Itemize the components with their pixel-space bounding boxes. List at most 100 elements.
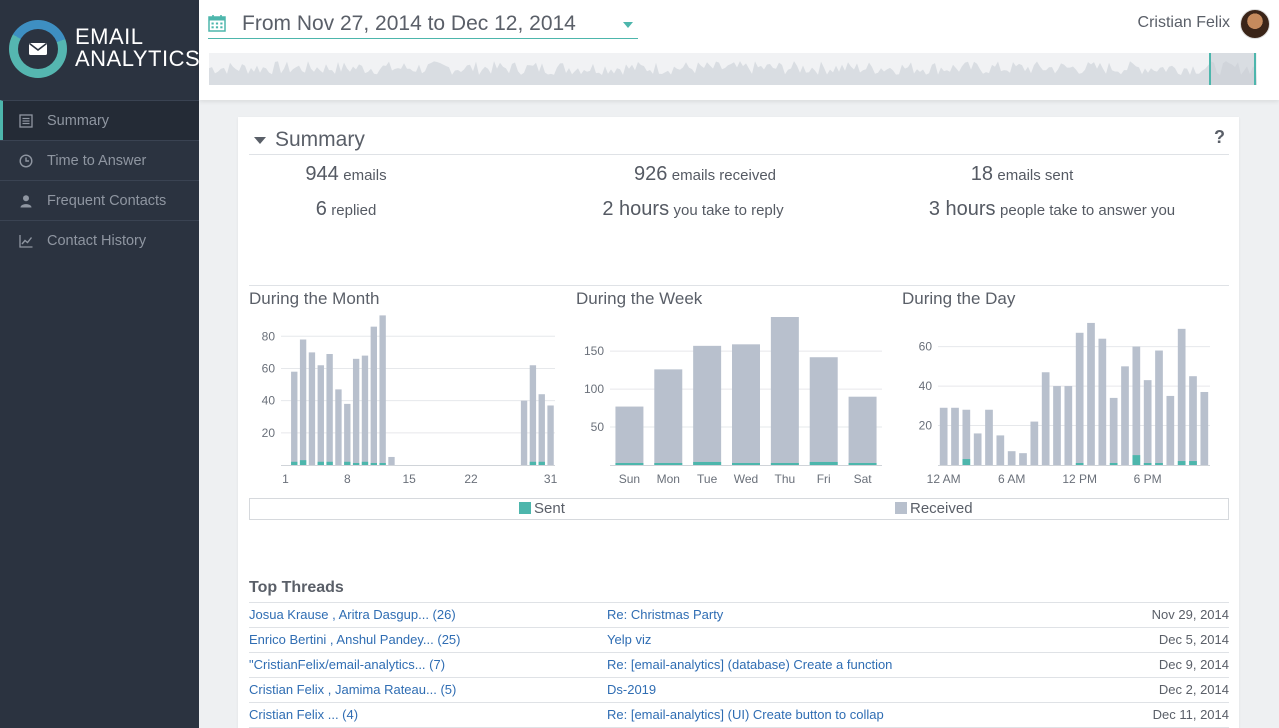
bar-sent[interactable] <box>1143 463 1152 465</box>
bar-received[interactable] <box>1064 386 1073 465</box>
bar-sent[interactable] <box>1189 461 1197 465</box>
bar-received[interactable] <box>1166 395 1175 465</box>
bar-sent[interactable] <box>538 461 545 465</box>
sidebar-item-time-to-answer[interactable]: Time to Answer <box>0 140 199 180</box>
bar-received[interactable] <box>1132 346 1141 465</box>
bar-received[interactable] <box>326 354 333 465</box>
bar-sent[interactable] <box>379 463 386 465</box>
bar-received[interactable] <box>352 358 360 465</box>
bar-received[interactable] <box>1075 332 1084 465</box>
bar-received[interactable] <box>939 407 948 465</box>
bar-received[interactable] <box>308 352 316 465</box>
bar-received[interactable] <box>379 315 386 465</box>
timeline-brush[interactable] <box>209 53 1257 85</box>
bar-sent[interactable] <box>809 461 838 465</box>
bar-received[interactable] <box>770 317 799 465</box>
bar-sent[interactable] <box>732 463 760 465</box>
help-button[interactable]: ? <box>1214 127 1225 148</box>
bar-sent[interactable] <box>529 461 537 465</box>
bar-sent[interactable] <box>848 463 877 465</box>
bar-received[interactable] <box>370 326 377 465</box>
bar-received[interactable] <box>1087 322 1095 465</box>
bar-sent[interactable] <box>1132 455 1141 465</box>
bar-received[interactable] <box>291 371 298 465</box>
bar-sent[interactable] <box>344 461 351 465</box>
summary-panel: Summary ? 944 emails 926 emails received… <box>238 117 1239 728</box>
bar-sent[interactable] <box>770 463 799 465</box>
bar-received[interactable] <box>962 409 971 465</box>
collapse-caret-icon[interactable] <box>254 137 266 144</box>
bar-received[interactable] <box>615 406 644 465</box>
bar-received[interactable] <box>335 389 342 465</box>
avatar[interactable] <box>1240 9 1270 39</box>
sidebar-item-frequent-contacts[interactable]: Frequent Contacts <box>0 180 199 220</box>
bar-received[interactable] <box>985 409 993 465</box>
bar-received[interactable] <box>344 403 351 465</box>
bar-sent[interactable] <box>615 463 644 465</box>
bar-received[interactable] <box>1177 328 1186 465</box>
stat-emails-sent: 18 emails sent <box>970 163 1074 185</box>
legend-sent[interactable]: Sent <box>519 500 565 517</box>
bar-received[interactable] <box>299 339 307 465</box>
bar-sent[interactable] <box>1109 463 1118 465</box>
thread-subject-link[interactable]: Re: [email-analytics] (UI) Create button… <box>607 703 884 727</box>
bar-received[interactable] <box>317 365 324 465</box>
bar-received[interactable] <box>1030 421 1039 465</box>
bar-received[interactable] <box>1109 397 1118 465</box>
bar-received[interactable] <box>654 369 683 465</box>
bar-sent[interactable] <box>962 459 971 465</box>
bar-received[interactable] <box>1007 451 1016 465</box>
thread-people-link[interactable]: Cristian Felix ... (4) <box>249 703 358 727</box>
thread-people-link[interactable]: "CristianFelix/email-analytics... (7) <box>249 653 445 677</box>
date-range-picker[interactable]: From Nov 27, 2014 to Dec 12, 2014 <box>208 10 638 39</box>
thread-people-link[interactable]: Cristian Felix , Jamima Rateau... (5) <box>249 678 456 702</box>
bar-sent[interactable] <box>693 461 722 465</box>
user-menu[interactable]: Cristian Felix <box>1120 9 1270 39</box>
bar-sent[interactable] <box>1177 461 1186 465</box>
bar-sent[interactable] <box>654 463 683 465</box>
bar-sent[interactable] <box>326 461 333 465</box>
bar-received[interactable] <box>809 357 838 465</box>
bar-received[interactable] <box>848 396 877 465</box>
bar-received[interactable] <box>1121 366 1129 465</box>
bar-received[interactable] <box>996 435 1005 465</box>
bar-sent[interactable] <box>299 460 307 465</box>
sidebar-item-summary[interactable]: Summary <box>0 100 199 140</box>
bar-sent[interactable] <box>352 463 360 465</box>
bar-received[interactable] <box>361 355 369 465</box>
bar-received[interactable] <box>388 456 395 465</box>
bar-sent[interactable] <box>370 463 377 465</box>
bar-received[interactable] <box>1189 376 1197 465</box>
thread-people-link[interactable]: Josua Krause , Aritra Dasgup... (26) <box>249 603 456 627</box>
legend-received[interactable]: Received <box>895 500 973 517</box>
bar-received[interactable] <box>1019 453 1027 465</box>
thread-subject-link[interactable]: Yelp viz <box>607 628 651 652</box>
chevron-down-icon[interactable] <box>623 22 633 28</box>
bar-received[interactable] <box>951 407 959 465</box>
bar-received[interactable] <box>1098 338 1107 465</box>
bar-received[interactable] <box>520 400 528 465</box>
bar-received[interactable] <box>529 365 537 465</box>
thread-subject-link[interactable]: Re: Christmas Party <box>607 603 723 627</box>
bar-sent[interactable] <box>291 461 298 465</box>
bar-received[interactable] <box>1053 386 1061 465</box>
bar-received[interactable] <box>732 344 760 465</box>
bar-received[interactable] <box>973 433 982 465</box>
bar-received[interactable] <box>1041 372 1050 465</box>
app-logo[interactable]: EMAIL ANALYTICS <box>9 20 200 80</box>
timeline-selection[interactable] <box>1209 53 1256 85</box>
bar-received[interactable] <box>1143 380 1152 465</box>
sidebar-item-contact-history[interactable]: Contact History <box>0 220 199 260</box>
bar-received[interactable] <box>547 405 554 465</box>
thread-subject-link[interactable]: Re: [email-analytics] (database) Create … <box>607 653 892 677</box>
thread-subject-link[interactable]: Ds-2019 <box>607 678 656 702</box>
thread-people-link[interactable]: Enrico Bertini , Anshul Pandey... (25) <box>249 628 460 652</box>
bar-received[interactable] <box>1200 391 1209 465</box>
bar-received[interactable] <box>693 345 722 465</box>
bar-received[interactable] <box>1155 350 1163 465</box>
bar-sent[interactable] <box>317 461 324 465</box>
bar-sent[interactable] <box>1075 463 1084 465</box>
bar-sent[interactable] <box>361 461 369 465</box>
bar-sent[interactable] <box>1155 463 1163 465</box>
bar-received[interactable] <box>538 394 545 465</box>
